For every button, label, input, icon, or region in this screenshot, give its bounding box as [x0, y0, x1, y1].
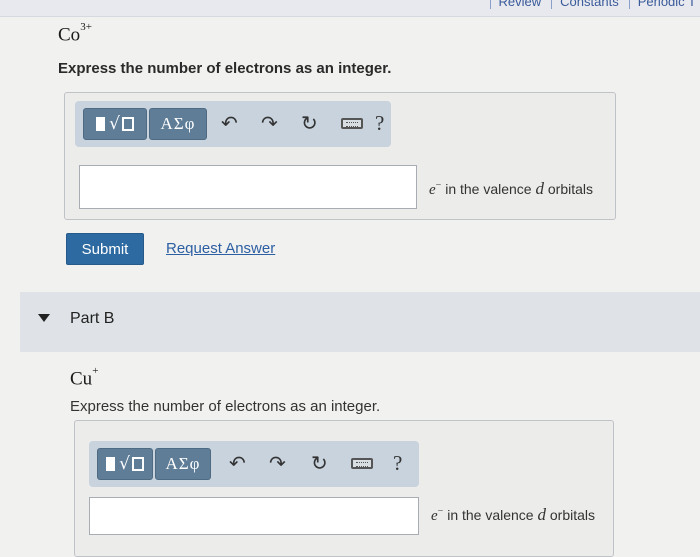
review-link[interactable]: Review — [489, 0, 541, 9]
redo-icon[interactable]: ↷ — [261, 111, 278, 135]
math-toolbar-a: √ ΑΣφ ↶ ↷ ↻ ? — [75, 101, 391, 147]
reset-icon[interactable]: ↻ — [311, 451, 328, 475]
block-icon — [96, 117, 106, 131]
answer-input-b[interactable] — [89, 497, 419, 535]
species-charge-b: + — [92, 365, 99, 377]
undo-icon[interactable]: ↶ — [221, 111, 238, 135]
species-base-a: Co — [58, 24, 81, 46]
top-strip: Review Constants Periodic T — [0, 0, 700, 17]
part-b-header[interactable] — [20, 292, 700, 352]
undo-icon[interactable]: ↶ — [229, 451, 246, 475]
keyboard-icon[interactable] — [351, 458, 373, 469]
part-b-title: Part B — [70, 310, 115, 327]
prompt-a: Express the number of electrons as an in… — [58, 60, 392, 77]
unit-e-a: e− — [429, 180, 442, 198]
species-base-b: Cu — [70, 368, 93, 390]
species-formula-b: Cu+ — [70, 365, 99, 390]
units-label-b: e− in the valence d orbitals — [431, 505, 596, 524]
header-links: Review Constants Periodic T — [489, 0, 696, 9]
units-label-a: e− in the valence d orbitals — [429, 179, 594, 198]
answer-input-a[interactable] — [79, 165, 417, 209]
templates-button-a[interactable]: √ — [83, 108, 147, 140]
species-formula-a: Co3+ — [58, 21, 92, 46]
block-icon — [106, 457, 116, 471]
help-button-b[interactable]: ? — [393, 451, 402, 476]
greek-button-a[interactable]: ΑΣφ — [149, 108, 207, 140]
greek-button-b[interactable]: ΑΣφ — [155, 448, 211, 480]
periodic-table-link[interactable]: Periodic T — [628, 0, 696, 9]
box-icon — [131, 457, 144, 471]
box-icon — [121, 117, 134, 131]
request-answer-link[interactable]: Request Answer — [166, 240, 275, 257]
collapse-caret-icon[interactable] — [38, 314, 50, 322]
redo-icon[interactable]: ↷ — [269, 451, 286, 475]
math-toolbar-b: √ ΑΣφ ↶ ↷ ↻ ? — [89, 441, 419, 487]
answer-panel-b: √ ΑΣφ ↶ ↷ ↻ ? e− in the valence d orbita… — [74, 420, 614, 557]
radical-icon: √ — [119, 454, 130, 474]
answer-panel-a: √ ΑΣφ ↶ ↷ ↻ ? e− in the valence d orbita… — [64, 92, 616, 220]
submit-button[interactable]: Submit — [66, 233, 144, 265]
reset-icon[interactable]: ↻ — [301, 111, 318, 135]
prompt-b: Express the number of electrons as an in… — [70, 398, 381, 415]
unit-e-b: e− — [431, 506, 444, 524]
templates-button-b[interactable]: √ — [97, 448, 153, 480]
radical-icon: √ — [109, 114, 120, 134]
help-button-a[interactable]: ? — [375, 111, 384, 136]
species-charge-a: 3+ — [80, 21, 92, 33]
keyboard-icon[interactable] — [341, 118, 363, 129]
constants-link[interactable]: Constants — [551, 0, 619, 9]
